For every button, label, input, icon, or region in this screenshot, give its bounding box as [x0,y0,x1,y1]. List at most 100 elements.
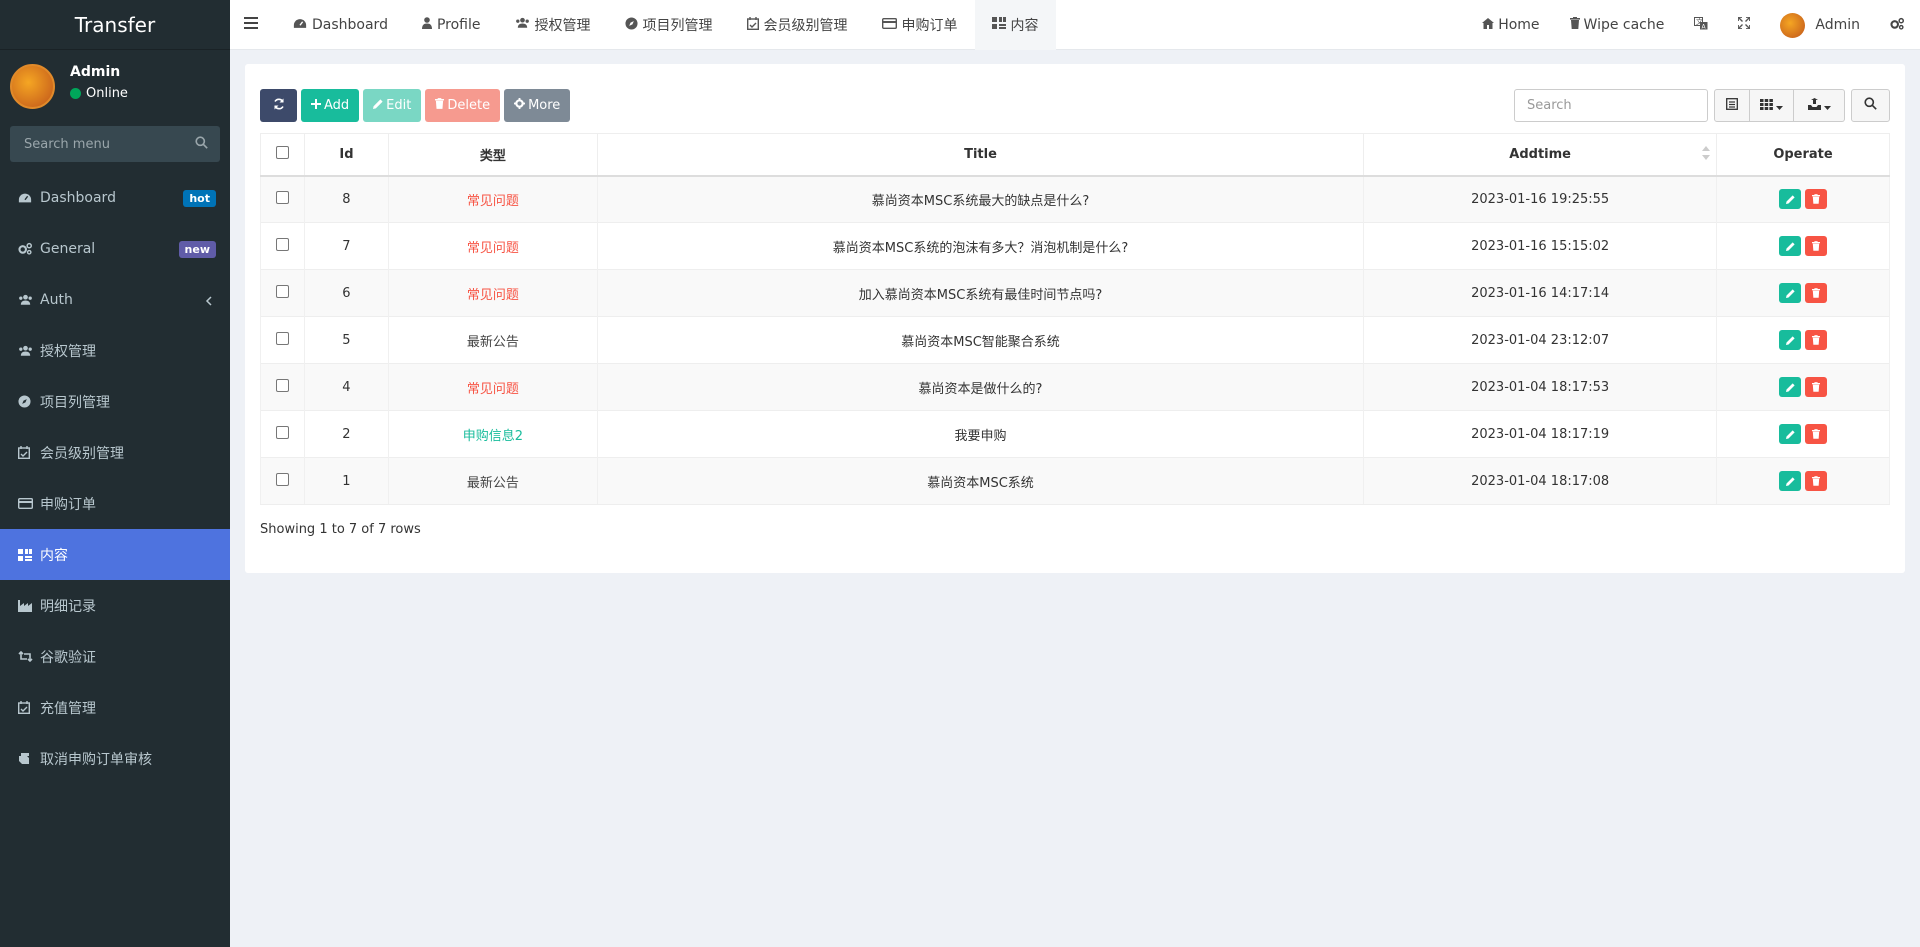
addtime-header[interactable]: Addtime [1363,133,1718,177]
edit-row-button[interactable] [1779,424,1802,444]
sidebar-item-recharge[interactable]: 充值管理 [0,682,230,733]
table-row[interactable]: 4 常见问题 慕尚资本是做什么的? 2023-01-04 18:17:53 [260,363,1890,411]
table-row[interactable]: 7 常见问题 慕尚资本MSC系统的泡沫有多大？消泡机制是什么? 2023-01-… [260,222,1890,270]
table-row[interactable]: 8 常见问题 慕尚资本MSC系统最大的缺点是什么? 2023-01-16 19:… [260,175,1890,223]
row-checkbox[interactable] [275,331,289,345]
user-icon [421,17,432,33]
content-table: Id 类型 Title Addtime Operate 8 常见问题 慕尚资本M… [260,133,1890,505]
tab-label: 内容 [1010,18,1039,34]
tab-content[interactable]: 内容 [974,0,1056,50]
operate-cell [1716,457,1890,505]
search-icon[interactable] [195,136,208,153]
sidebar-item-orders[interactable]: 申购订单 [0,478,230,529]
toggle-view-button[interactable] [1714,89,1750,122]
operate-cell [1716,363,1890,411]
sidebar-item-label: 项目列管理 [40,394,110,411]
trash-icon [435,98,445,113]
tab-dashboard[interactable]: Dashboard [276,0,405,50]
wipe-cache-button[interactable]: Wipe cache [1555,0,1680,50]
row-select-cell [260,410,305,458]
row-checkbox[interactable] [275,425,289,439]
table-row[interactable]: 2 申购信息2 我要申购 2023-01-04 18:17:19 [260,410,1890,458]
admin-user-menu[interactable]: Admin [1765,0,1875,50]
row-checkbox[interactable] [275,378,289,392]
sidebar-item-general[interactable]: General new [0,223,230,274]
retweet-icon [18,651,34,662]
delete-row-button[interactable] [1805,424,1828,444]
table-row[interactable]: 6 常见问题 加入慕尚资本MSC系统有最佳时间节点吗? 2023-01-16 1… [260,269,1890,317]
advanced-search-button[interactable] [1851,89,1890,122]
qrcode-icon [991,17,1006,33]
tab-member-levels[interactable]: 会员级别管理 [730,0,865,50]
add-button[interactable]: Add [301,89,360,122]
delete-row-button[interactable] [1805,236,1828,256]
title-cell: 加入慕尚资本MSC系统有最佳时间节点吗? [596,269,1365,317]
delete-row-button[interactable] [1805,283,1828,303]
tab-label: Dashboard [312,17,388,33]
settings-button[interactable] [1875,0,1920,50]
tab-label: 授权管理 [534,18,591,34]
sort-icon [1702,146,1711,164]
fullscreen-toggle[interactable] [1723,0,1765,50]
columns-dropdown-button[interactable] [1750,89,1794,122]
title-header[interactable]: Title [596,133,1365,177]
brand-logo[interactable]: Transfer [0,0,230,50]
home-link[interactable]: Home [1467,0,1554,50]
tab-label: 项目列管理 [642,18,713,34]
delete-row-button[interactable] [1805,189,1828,210]
sidebar-item-authorization[interactable]: 授权管理 [0,325,230,376]
table-row[interactable]: 5 最新公告 慕尚资本MSC智能聚合系统 2023-01-04 23:12:07 [260,316,1890,364]
type-header[interactable]: 类型 [387,133,598,177]
more-button[interactable]: More [504,89,571,122]
tab-projects[interactable]: 项目列管理 [608,0,730,50]
id-cell: 8 [303,175,389,223]
search-menu-input[interactable] [10,126,220,162]
id-header[interactable]: Id [303,133,389,177]
sidebar-item-cancel-review[interactable]: 取消申购订单审核 [0,733,230,784]
delete-button[interactable]: Delete [425,89,501,122]
delete-row-button[interactable] [1805,377,1828,397]
sidebar-item-records[interactable]: 明细记录 [0,580,230,631]
tab-authorization[interactable]: 授权管理 [498,0,608,50]
edit-row-button[interactable] [1779,189,1802,210]
refresh-button[interactable] [260,89,297,122]
table-search-input[interactable] [1514,89,1708,122]
menu-toggle-icon[interactable] [244,17,258,33]
edit-row-button[interactable] [1779,377,1802,397]
sidebar-item-member-levels[interactable]: 会员级别管理 [0,427,230,478]
sidebar-item-google-auth[interactable]: 谷歌验证 [0,631,230,682]
table-right-tools [1514,89,1890,122]
type-cell: 常见问题 [387,363,598,411]
row-checkbox[interactable] [275,237,289,251]
edit-button[interactable]: Edit [363,89,422,122]
title-cell: 慕尚资本是做什么的? [596,363,1365,411]
id-cell: 7 [303,222,389,270]
select-all-checkbox[interactable] [275,145,289,159]
language-toggle[interactable]: 文A [1679,0,1723,50]
edit-row-button[interactable] [1779,330,1802,350]
plus-icon [311,98,321,113]
row-checkbox[interactable] [275,190,289,204]
view-tools [1714,89,1845,122]
tab-orders[interactable]: 申购订单 [865,0,975,50]
user-status: Online [70,86,128,101]
row-checkbox[interactable] [275,284,289,298]
edit-row-button[interactable] [1779,471,1802,491]
sidebar-item-auth[interactable]: Auth [0,274,230,325]
home-label: Home [1498,17,1540,33]
export-icon [1807,97,1821,114]
topbar-right: Home Wipe cache 文A Admin [1467,0,1920,50]
export-dropdown-button[interactable] [1794,89,1845,122]
row-checkbox[interactable] [275,472,289,486]
delete-row-button[interactable] [1805,471,1828,491]
sidebar-item-projects[interactable]: 项目列管理 [0,376,230,427]
tab-profile[interactable]: Profile [405,0,498,50]
sidebar-item-content[interactable]: 内容 [0,529,230,580]
edit-row-button[interactable] [1779,283,1802,303]
sidebar-item-label: 取消申购订单审核 [40,751,152,768]
sidebar-item-dashboard[interactable]: Dashboard hot [0,172,230,223]
delete-row-button[interactable] [1805,330,1828,350]
table-row[interactable]: 1 最新公告 慕尚资本MSC系统 2023-01-04 18:17:08 [260,457,1890,505]
edit-row-button[interactable] [1779,236,1802,256]
more-label: More [528,98,561,113]
